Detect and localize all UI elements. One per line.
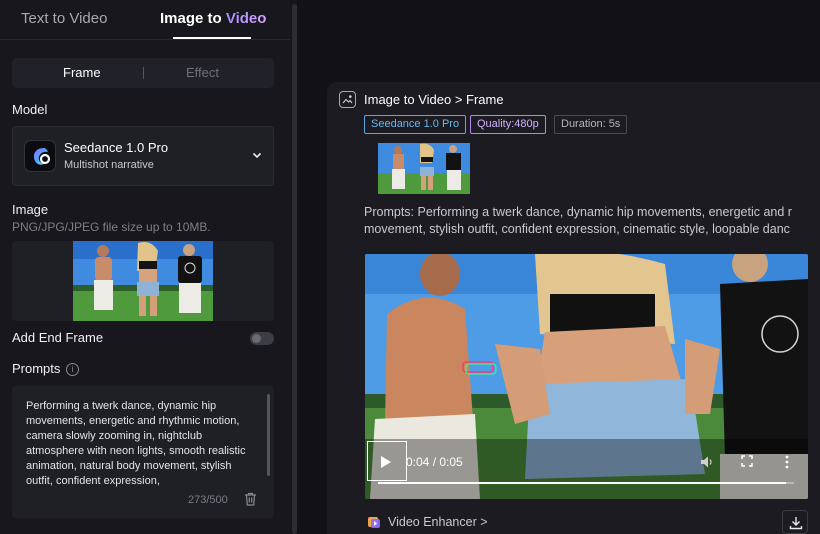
active-tab-indicator	[173, 37, 251, 39]
result-title: Image to Video > Frame	[364, 92, 504, 107]
image-upload-area[interactable]	[12, 241, 274, 321]
tab-image-to-video[interactable]: Image to Video	[160, 10, 266, 27]
result-prompt-line-2: movement, stylish outfit, confident expr…	[364, 222, 790, 236]
segment-effect[interactable]: Effect	[186, 65, 219, 80]
quality-badge: Quality:480p	[470, 115, 546, 134]
segment-frame[interactable]: Frame	[63, 65, 101, 80]
video-progress-fill	[378, 482, 786, 484]
tab-image-to-video-label: Image to	[160, 10, 226, 27]
trash-icon[interactable]	[244, 492, 257, 506]
info-icon[interactable]: i	[66, 363, 79, 376]
prompt-textarea[interactable]: Performing a twerk dance, dynamic hip mo…	[12, 386, 274, 518]
mode-tabs: Text to Video Image to Video	[0, 0, 290, 40]
image-icon	[339, 91, 356, 108]
prompt-scrollbar[interactable]	[267, 394, 270, 476]
image-size-hint: PNG/JPG/JPEG file size up to 10MB.	[12, 220, 211, 234]
fullscreen-icon[interactable]	[741, 455, 753, 467]
frame-effect-switch: Frame Effect	[12, 58, 274, 88]
enhancer-icon	[368, 517, 380, 528]
download-icon	[789, 517, 803, 530]
model-subtitle: Multishot narrative	[64, 159, 154, 171]
settings-panel: Text to Video Image to Video Frame Effec…	[0, 0, 290, 534]
source-image-thumbnail[interactable]	[378, 143, 470, 194]
tab-image-to-video-accent: Video	[225, 10, 267, 27]
end-frame-toggle[interactable]	[250, 332, 274, 345]
more-icon[interactable]	[784, 455, 790, 469]
tab-text-to-video[interactable]: Text to Video	[21, 10, 107, 27]
prompt-text: Performing a twerk dance, dynamic hip mo…	[26, 400, 246, 487]
prompt-char-counter: 273/500	[188, 494, 228, 506]
model-name: Seedance 1.0 Pro	[64, 140, 169, 155]
duration-badge: Duration: 5s	[554, 115, 628, 134]
model-section-label: Model	[12, 102, 48, 117]
uploaded-image-thumbnail	[73, 241, 213, 321]
video-enhancer-link[interactable]: Video Enhancer >	[388, 515, 488, 529]
chevron-down-icon	[252, 152, 262, 159]
result-prompt-line-1: Prompts: Performing a twerk dance, dynam…	[364, 205, 792, 219]
video-time: 0:04 / 0:05	[406, 455, 463, 469]
seedance-logo-icon	[24, 140, 56, 172]
model-select[interactable]: Seedance 1.0 Pro Multishot narrative	[12, 126, 274, 186]
play-icon[interactable]	[380, 455, 392, 469]
end-frame-label: Add End Frame	[12, 330, 104, 345]
image-section-label: Image	[12, 202, 49, 217]
download-button[interactable]	[782, 510, 808, 534]
app-window: Text to Video Image to Video Frame Effec…	[0, 0, 820, 534]
volume-icon[interactable]	[700, 455, 714, 469]
video-progress-bar[interactable]	[378, 482, 794, 484]
prompts-label: Prompts	[12, 361, 61, 376]
model-badge: Seedance 1.0 Pro	[364, 115, 467, 134]
segment-divider	[143, 67, 144, 79]
